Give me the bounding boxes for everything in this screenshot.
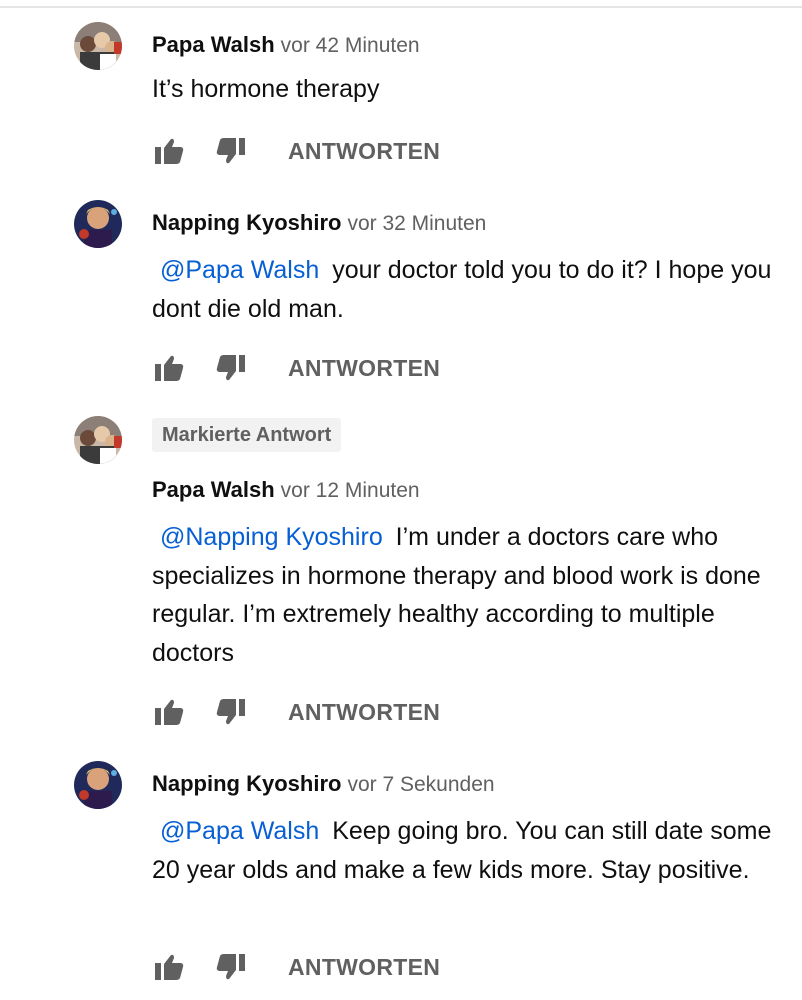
comment-text: @Napping Kyoshiro I’m under a doctors ca… bbox=[152, 518, 772, 672]
comment-actions: ANTWORTEN bbox=[152, 134, 440, 168]
comment-actions: ANTWORTEN bbox=[152, 351, 440, 385]
avatar[interactable] bbox=[74, 200, 122, 248]
thumbs-up-icon bbox=[155, 355, 184, 381]
thumbs-down-icon bbox=[216, 954, 245, 980]
comment-timestamp[interactable]: vor 42 Minuten bbox=[281, 34, 420, 57]
thumbs-down-icon bbox=[216, 355, 245, 381]
avatar[interactable] bbox=[74, 416, 122, 464]
avatar[interactable] bbox=[74, 761, 122, 809]
like-button[interactable] bbox=[152, 695, 186, 729]
comment-author[interactable]: Papa Walsh bbox=[152, 32, 275, 57]
mention-link[interactable]: @Napping Kyoshiro bbox=[152, 523, 389, 551]
thumbs-down-icon bbox=[216, 699, 245, 725]
top-divider bbox=[0, 6, 802, 8]
comment-author[interactable]: Napping Kyoshiro bbox=[152, 210, 341, 235]
avatar[interactable] bbox=[74, 22, 122, 70]
dislike-button[interactable] bbox=[214, 695, 248, 729]
comment-text: @Papa Walsh Keep going bro. You can stil… bbox=[152, 812, 772, 889]
comment-author[interactable]: Napping Kyoshiro bbox=[152, 771, 341, 796]
thumbs-up-icon bbox=[155, 699, 184, 725]
comment-author[interactable]: Papa Walsh bbox=[152, 477, 275, 502]
dislike-button[interactable] bbox=[214, 134, 248, 168]
comment-timestamp[interactable]: vor 7 Sekunden bbox=[347, 773, 494, 796]
comment-actions: ANTWORTEN bbox=[152, 950, 440, 984]
highlighted-reply-badge: Markierte Antwort bbox=[152, 418, 342, 452]
comment-actions: ANTWORTEN bbox=[152, 695, 440, 729]
reply-button[interactable]: ANTWORTEN bbox=[288, 138, 440, 165]
comment-body: It’s hormone therapy bbox=[152, 75, 380, 103]
mention-link[interactable]: @Papa Walsh bbox=[152, 256, 325, 284]
mention-link[interactable]: @Papa Walsh bbox=[152, 817, 325, 845]
comment-timestamp[interactable]: vor 12 Minuten bbox=[281, 479, 420, 502]
reply-button[interactable]: ANTWORTEN bbox=[288, 954, 440, 981]
reply-button[interactable]: ANTWORTEN bbox=[288, 355, 440, 382]
comment-timestamp[interactable]: vor 32 Minuten bbox=[347, 212, 486, 235]
comment-text: @Papa Walsh your doctor told you to do i… bbox=[152, 251, 772, 328]
thumbs-up-icon bbox=[155, 138, 184, 164]
like-button[interactable] bbox=[152, 134, 186, 168]
comment-text: It’s hormone therapy bbox=[152, 70, 772, 109]
dislike-button[interactable] bbox=[214, 950, 248, 984]
dislike-button[interactable] bbox=[214, 351, 248, 385]
like-button[interactable] bbox=[152, 351, 186, 385]
reply-button[interactable]: ANTWORTEN bbox=[288, 699, 440, 726]
thumbs-up-icon bbox=[155, 954, 184, 980]
thumbs-down-icon bbox=[216, 138, 245, 164]
like-button[interactable] bbox=[152, 950, 186, 984]
